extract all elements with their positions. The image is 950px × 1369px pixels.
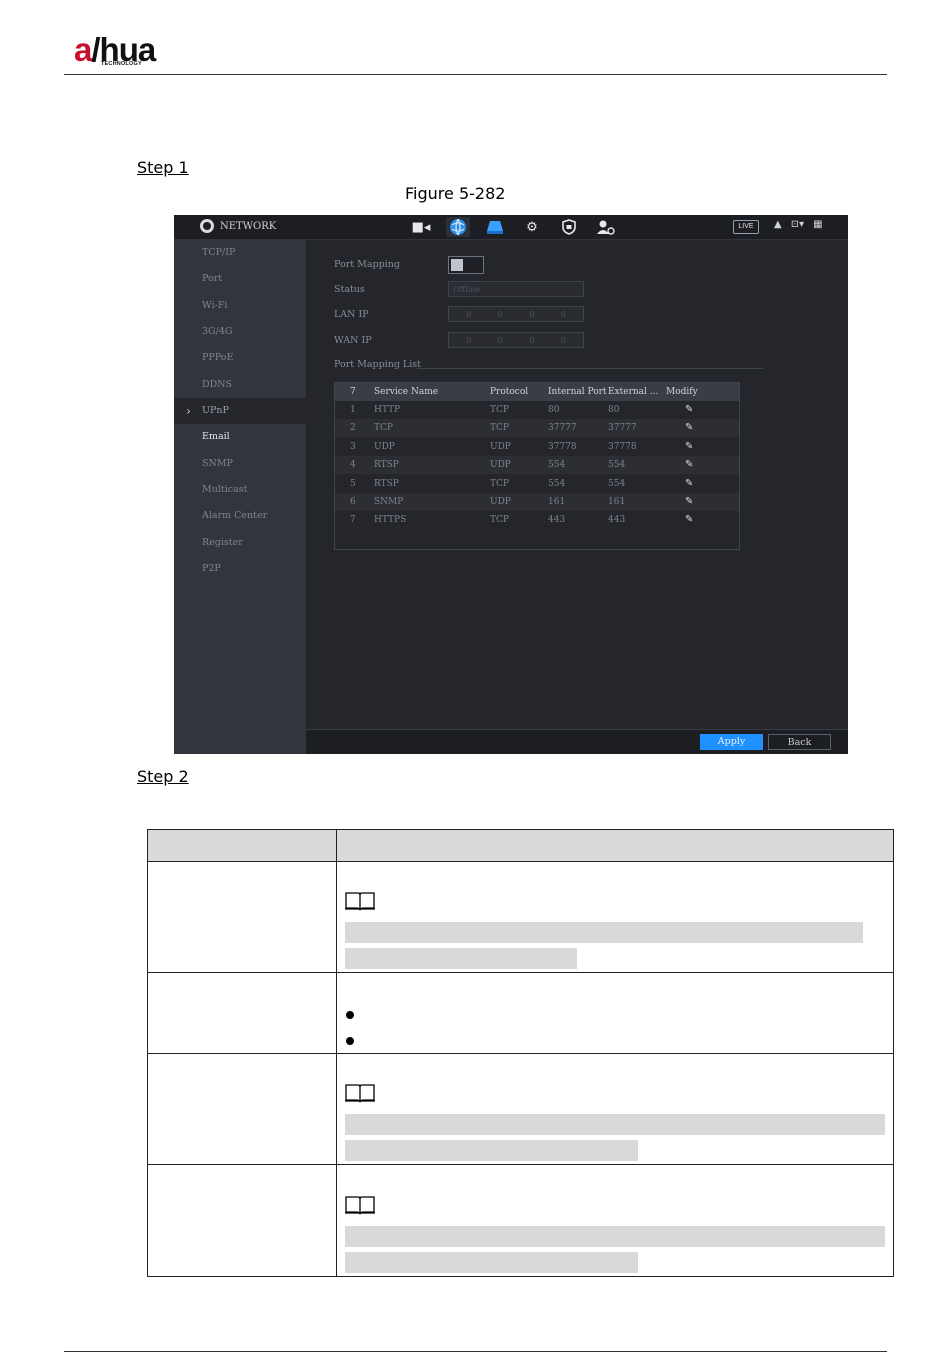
table-header: 7 Service Name Protocol Internal Port Ex… — [335, 383, 739, 401]
sidebar-item-ddns[interactable]: DDNS — [174, 372, 306, 398]
step-2-heading: Step 2 — [137, 767, 189, 786]
edit-pencil-icon[interactable]: ✎ — [685, 456, 693, 474]
security-icon[interactable] — [557, 217, 581, 237]
storage-icon[interactable] — [483, 217, 507, 237]
list-title-rule — [417, 368, 763, 369]
sidebar-item-tcpip[interactable]: TCP/IP — [174, 240, 306, 266]
network-icon[interactable] — [446, 217, 470, 237]
wan-ip-field: 0 0 0 0 — [448, 332, 584, 348]
table-row[interactable]: 4 RTSP UDP 554 554 ✎ — [335, 456, 739, 474]
edit-pencil-icon[interactable]: ✎ — [685, 493, 693, 511]
layout-grid-icon[interactable]: ▦ — [813, 219, 822, 230]
port-mapping-toggle[interactable] — [448, 256, 484, 274]
note-book-icon — [345, 1196, 375, 1215]
footer-rule — [64, 1351, 887, 1352]
upnp-settings-screenshot: NETWORK ■◂ ⚙ LIVE ▲ ⊡▾ ▦ TCP/IP Port Wi-… — [174, 215, 848, 754]
sidebar-item-3g4g[interactable]: 3G/4G — [174, 319, 306, 345]
edit-pencil-icon[interactable]: ✎ — [685, 475, 693, 493]
sidebar-item-snmp[interactable]: SNMP — [174, 451, 306, 477]
top-right-icons: ▲ ⊡▾ ▦ — [774, 219, 823, 230]
table-row[interactable]: 5 RTSP TCP 554 554 ✎ — [335, 475, 739, 493]
bullet-point — [346, 1037, 354, 1045]
row-divider — [148, 1053, 893, 1054]
status-label: Status — [334, 284, 365, 295]
step-1-heading: Step 1 — [137, 158, 189, 177]
redacted-text-bar — [345, 948, 577, 969]
sidebar-item-port[interactable]: Port — [174, 266, 306, 292]
lan-ip-field: 0 0 0 0 — [448, 306, 584, 322]
header-count[interactable]: 7 — [350, 383, 356, 401]
header-modify: Modify — [666, 387, 698, 397]
back-button[interactable]: Back — [768, 734, 831, 750]
wan-ip-label: WAN IP — [334, 335, 372, 346]
sidebar-item-pppoe[interactable]: PPPoE — [174, 345, 306, 371]
network-globe-icon — [200, 219, 214, 233]
main-menu-icons: ■◂ ⚙ — [409, 217, 618, 237]
bottom-bar: Apply Back — [306, 729, 848, 754]
header-service-name[interactable]: Service Name — [374, 383, 438, 401]
parameter-table — [147, 829, 894, 1277]
table-row[interactable]: 3 UDP UDP 37778 37778 ✎ — [335, 438, 739, 456]
redacted-text-bar — [345, 1140, 638, 1161]
dahua-logo: a/hua TECHNOLOGY — [74, 32, 184, 70]
edit-pencil-icon[interactable]: ✎ — [685, 419, 693, 437]
network-sidebar: TCP/IP Port Wi-Fi 3G/4G PPPoE DDNS UPnP … — [174, 240, 306, 754]
figure-caption: Figure 5-282 — [405, 184, 506, 203]
table-row[interactable]: 1 HTTP TCP 80 80 ✎ — [335, 401, 739, 419]
redacted-text-bar — [345, 922, 863, 943]
parameter-table-header — [148, 830, 893, 862]
status-field: Offline — [448, 281, 584, 297]
edit-pencil-icon[interactable]: ✎ — [685, 438, 693, 456]
sidebar-item-wifi[interactable]: Wi-Fi — [174, 293, 306, 319]
redacted-text-bar — [345, 1252, 638, 1273]
account-icon[interactable] — [594, 217, 618, 237]
logout-icon[interactable]: ⊡▾ — [791, 219, 804, 230]
header-internal-port[interactable]: Internal Port — [548, 383, 607, 401]
apply-button[interactable]: Apply — [700, 734, 763, 750]
row-divider — [148, 972, 893, 973]
sidebar-item-multicast[interactable]: Multicast — [174, 477, 306, 503]
sidebar-item-register[interactable]: Register — [174, 530, 306, 556]
sidebar-item-alarm-center[interactable]: Alarm Center — [174, 503, 306, 529]
row-divider — [148, 1164, 893, 1165]
lan-ip-label: LAN IP — [334, 309, 369, 320]
top-bar: NETWORK ■◂ ⚙ LIVE ▲ ⊡▾ ▦ — [174, 215, 848, 240]
table-row[interactable]: 7 HTTPS TCP 443 443 ✎ — [335, 511, 739, 529]
logo-subtitle: TECHNOLOGY — [101, 61, 142, 67]
header-rule — [64, 74, 887, 75]
user-icon[interactable]: ▲ — [774, 219, 782, 230]
sidebar-item-upnp[interactable]: UPnP — [174, 398, 306, 424]
live-button[interactable]: LIVE — [733, 220, 759, 234]
system-icon[interactable]: ⚙ — [520, 217, 544, 237]
header-protocol[interactable]: Protocol — [490, 383, 528, 401]
redacted-text-bar — [345, 1114, 885, 1135]
edit-pencil-icon[interactable]: ✎ — [685, 401, 693, 419]
edit-pencil-icon[interactable]: ✎ — [685, 511, 693, 529]
network-title: NETWORK — [200, 219, 276, 233]
note-book-icon — [345, 892, 375, 911]
header-external-port[interactable]: External ... — [608, 383, 658, 401]
sidebar-item-p2p[interactable]: P2P — [174, 556, 306, 582]
table-row[interactable]: 2 TCP TCP 37777 37777 ✎ — [335, 419, 739, 437]
redacted-text-bar — [345, 1226, 885, 1247]
table-row[interactable]: 6 SNMP UDP 161 161 ✎ — [335, 493, 739, 511]
camera-icon[interactable]: ■◂ — [409, 217, 433, 237]
network-title-label: NETWORK — [220, 220, 277, 232]
port-mapping-label: Port Mapping — [334, 259, 400, 270]
port-mapping-table: 7 Service Name Protocol Internal Port Ex… — [334, 382, 740, 550]
sidebar-item-email[interactable]: Email — [174, 424, 306, 450]
upnp-panel: Port Mapping Status Offline LAN IP 0 0 0… — [306, 240, 848, 729]
note-book-icon — [345, 1084, 375, 1103]
port-mapping-list-title: Port Mapping List — [334, 359, 421, 370]
bullet-point — [346, 1011, 354, 1019]
